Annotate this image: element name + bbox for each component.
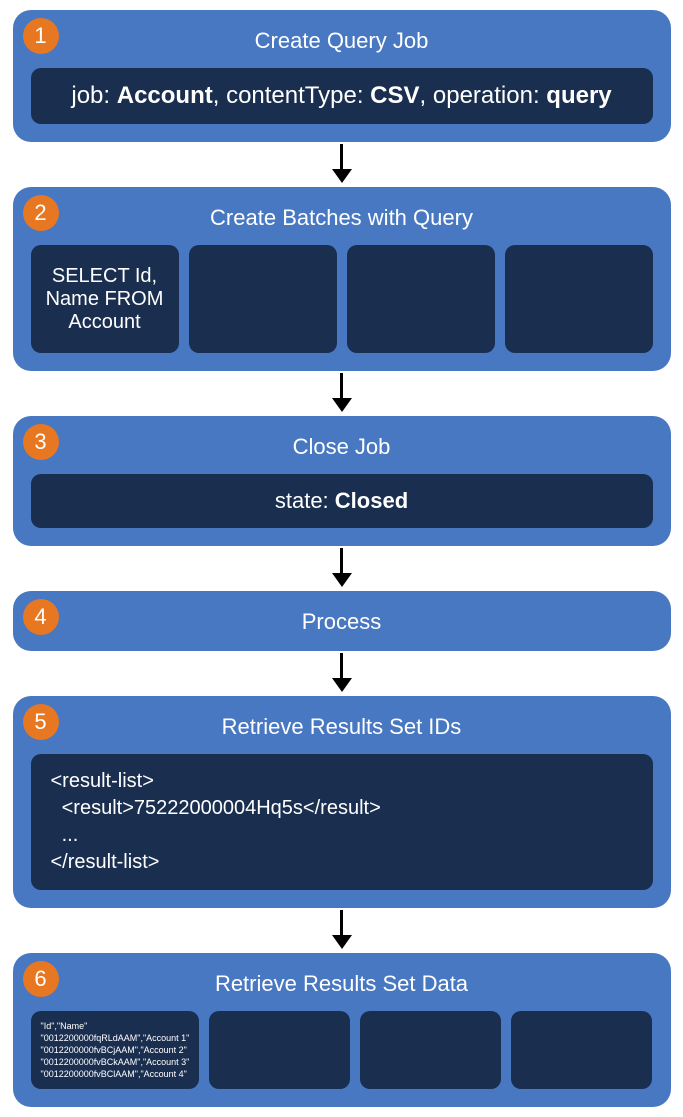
step-5-badge: 5 xyxy=(23,704,59,740)
step-6-results: "Id","Name" "0012200000fqRLdAAM","Accoun… xyxy=(31,1011,653,1089)
step-1: 1 Create Query Job job: Account, content… xyxy=(13,10,671,142)
step-2-batches: SELECT Id, Name FROM Account xyxy=(31,245,653,353)
arrow-5-6 xyxy=(332,910,352,949)
step-3-content: state: Closed xyxy=(31,474,653,528)
step-4-badge: 4 xyxy=(23,599,59,635)
result-cell-2 xyxy=(209,1011,350,1089)
arrow-2-3 xyxy=(332,373,352,412)
step-6: 6 Retrieve Results Set Data "Id","Name" … xyxy=(13,953,671,1107)
step-3-title: Close Job xyxy=(31,434,653,460)
step-6-title: Retrieve Results Set Data xyxy=(31,971,653,997)
batch-cell-3 xyxy=(347,245,495,353)
result-cell-4 xyxy=(511,1011,652,1089)
step-6-badge: 6 xyxy=(23,961,59,997)
arrow-1-2 xyxy=(332,144,352,183)
batch-cell-2 xyxy=(189,245,337,353)
arrow-3-4 xyxy=(332,548,352,587)
step-3: 3 Close Job state: Closed xyxy=(13,416,671,546)
step-1-badge: 1 xyxy=(23,18,59,54)
result-cell-1: "Id","Name" "0012200000fqRLdAAM","Accoun… xyxy=(31,1011,200,1089)
step-5-code: <result-list> <result>75222000004Hq5s</r… xyxy=(31,754,653,890)
batch-cell-4 xyxy=(505,245,653,353)
step-2-title: Create Batches with Query xyxy=(31,205,653,231)
step-5-title: Retrieve Results Set IDs xyxy=(31,714,653,740)
flow-diagram: 1 Create Query Job job: Account, content… xyxy=(12,10,671,1107)
step-5: 5 Retrieve Results Set IDs <result-list>… xyxy=(13,696,671,908)
step-4: 4 Process xyxy=(13,591,671,651)
result-cell-3 xyxy=(360,1011,501,1089)
step-1-content: job: Account, contentType: CSV, operatio… xyxy=(31,68,653,124)
step-1-title: Create Query Job xyxy=(31,28,653,54)
batch-cell-1: SELECT Id, Name FROM Account xyxy=(31,245,179,353)
arrow-4-5 xyxy=(332,653,352,692)
step-4-title: Process xyxy=(31,609,653,635)
step-2: 2 Create Batches with Query SELECT Id, N… xyxy=(13,187,671,371)
step-2-badge: 2 xyxy=(23,195,59,231)
step-3-badge: 3 xyxy=(23,424,59,460)
